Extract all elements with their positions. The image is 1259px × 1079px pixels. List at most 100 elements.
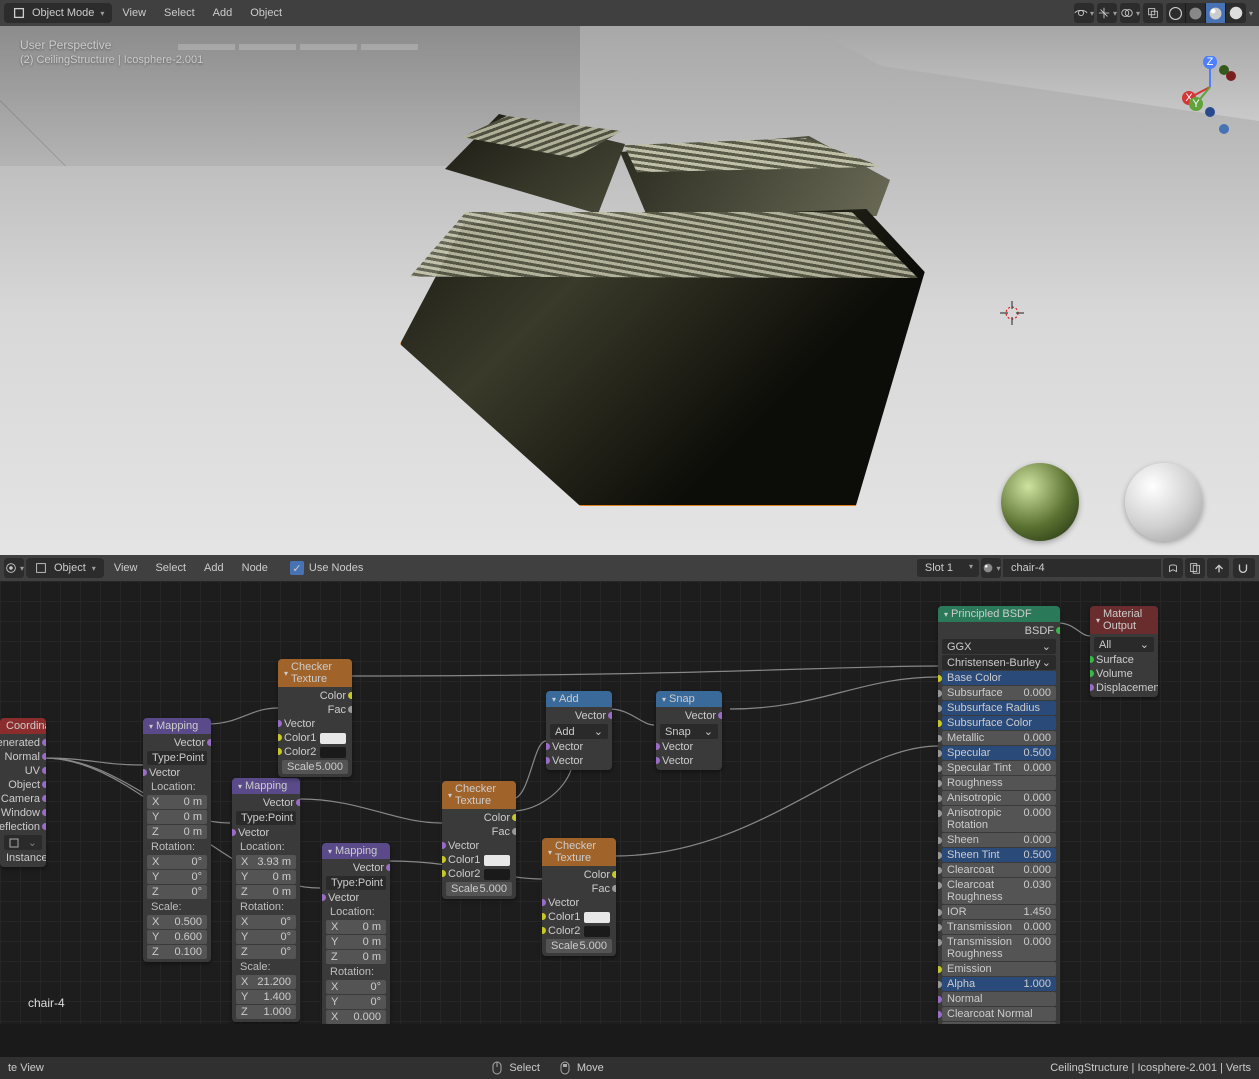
socket-vector-a[interactable]: Vector <box>546 740 612 754</box>
socket-object[interactable]: Object <box>0 778 46 792</box>
shading-rendered[interactable] <box>1226 3 1246 23</box>
scl-x[interactable]: X21.200 <box>236 975 296 989</box>
node-menu-select[interactable]: Select <box>147 559 194 577</box>
node-header[interactable]: ▾Checker Texture <box>442 781 516 809</box>
bsdf-metallic[interactable]: Metallic0.000 <box>942 731 1056 745</box>
parent-node-button[interactable] <box>1209 558 1229 578</box>
socket-vector-a[interactable]: Vector <box>656 740 722 754</box>
loc-y[interactable]: Y0 m <box>236 870 296 884</box>
bsdf-tangent[interactable]: Tangent <box>942 1022 1056 1024</box>
rot-z[interactable]: Z0° <box>147 885 207 899</box>
mode-selector[interactable]: Object Mode ▾ <box>4 3 112 23</box>
node-header[interactable]: ▾Material Output <box>1090 606 1158 634</box>
menu-select[interactable]: Select <box>156 4 203 22</box>
target-dropdown[interactable]: All⌄ <box>1094 637 1154 652</box>
bsdf-specular[interactable]: Specular0.500 <box>942 746 1056 760</box>
rot-z[interactable]: Z0° <box>236 945 296 959</box>
fake-user-button[interactable] <box>1163 558 1183 578</box>
socket-vector-in[interactable]: Vector <box>143 766 211 780</box>
bsdf-transmission[interactable]: Transmission0.000 <box>942 920 1056 934</box>
socket-color-out[interactable]: Color <box>442 811 516 825</box>
bsdf-clearcoat-roughness[interactable]: Clearcoat Roughness0.030 <box>942 878 1056 904</box>
scl-z[interactable]: Z0.100 <box>147 945 207 959</box>
rot-y[interactable]: Y0° <box>236 930 296 944</box>
socket-vector-out[interactable]: Vector <box>546 709 612 723</box>
socket-color-out[interactable]: Color <box>278 689 352 703</box>
rot-x[interactable]: X0° <box>147 855 207 869</box>
scl-z[interactable]: Z1.000 <box>236 1005 296 1019</box>
shader-type-selector[interactable]: Object ▾ <box>26 558 104 578</box>
loc-x[interactable]: X0 m <box>326 920 386 934</box>
node-header[interactable]: ▾Checker Texture <box>278 659 352 687</box>
socket-normal[interactable]: Normal <box>0 750 46 764</box>
operation-dropdown[interactable]: Add⌄ <box>550 724 608 739</box>
socket-volume[interactable]: Volume <box>1090 667 1158 681</box>
type-dropdown[interactable]: Type:Point <box>326 876 386 890</box>
shading-material[interactable] <box>1206 3 1226 23</box>
node-texture-coordinate[interactable]: Coordinate Generated Normal UV Object Ca… <box>0 718 46 867</box>
type-dropdown[interactable]: Type:Point <box>147 751 207 765</box>
node-mapping-1[interactable]: ▾Mapping Vector Type:Point Vector Locati… <box>143 718 211 962</box>
socket-color-out[interactable]: Color <box>542 868 616 882</box>
menu-view[interactable]: View <box>114 4 154 22</box>
gizmo-toggle[interactable]: ▾ <box>1097 3 1117 23</box>
shading-dropdown[interactable]: ▾ <box>1249 9 1253 18</box>
shading-solid[interactable] <box>1186 3 1206 23</box>
node-header[interactable]: ▾Mapping <box>232 778 300 794</box>
bsdf-alpha[interactable]: Alpha1.000 <box>942 977 1056 991</box>
socket-generated[interactable]: Generated <box>0 736 46 750</box>
socket-surface[interactable]: Surface <box>1090 653 1158 667</box>
node-editor-canvas[interactable]: Coordinate Generated Normal UV Object Ca… <box>0 581 1259 1024</box>
bsdf-normal[interactable]: Normal <box>942 992 1056 1006</box>
node-header[interactable]: ▾Snap <box>656 691 722 707</box>
loc-y[interactable]: Y0 m <box>147 810 207 824</box>
socket-vector-b[interactable]: Vector <box>656 754 722 768</box>
material-browse[interactable]: ▾ <box>981 558 1001 578</box>
node-checker-1[interactable]: ▾Checker Texture Color Fac Vector Color1… <box>278 659 352 777</box>
shading-wireframe[interactable] <box>1166 3 1186 23</box>
instancer-toggle[interactable]: Instancer <box>0 851 46 865</box>
socket-vector-in[interactable]: Vector <box>442 839 516 853</box>
socket-fac-out[interactable]: Fac <box>442 825 516 839</box>
socket-vector-out[interactable]: Vector <box>232 796 300 810</box>
node-checker-2[interactable]: ▾Checker Texture Color Fac Vector Color1… <box>442 781 516 899</box>
socket-color1[interactable]: Color1 <box>542 910 616 924</box>
scl-y[interactable]: Y1.400 <box>236 990 296 1004</box>
rot-y[interactable]: Y0° <box>147 870 207 884</box>
scl-x-hidden[interactable]: X0.000 <box>326 1010 386 1024</box>
node-checker-3[interactable]: ▾Checker Texture Color Fac Vector Color1… <box>542 838 616 956</box>
bsdf-base-color[interactable]: Base Color <box>942 671 1056 685</box>
visibility-toggle[interactable]: ▾ <box>1074 3 1094 23</box>
socket-fac-out[interactable]: Fac <box>542 882 616 896</box>
nav-dot[interactable] <box>1219 124 1229 134</box>
socket-vector-out[interactable]: Vector <box>322 861 390 875</box>
node-vector-add[interactable]: ▾Add Vector Add⌄ Vector Vector <box>546 691 612 770</box>
socket-vector-b[interactable]: Vector <box>546 754 612 768</box>
socket-color2[interactable]: Color2 <box>542 924 616 938</box>
loc-y[interactable]: Y0 m <box>326 935 386 949</box>
bsdf-sheen[interactable]: Sheen0.000 <box>942 833 1056 847</box>
material-name-input[interactable] <box>1003 559 1161 577</box>
socket-color1[interactable]: Color1 <box>442 853 516 867</box>
node-header[interactable]: ▾Checker Texture <box>542 838 616 866</box>
socket-vector-in[interactable]: Vector <box>322 891 390 905</box>
bsdf-roughness[interactable]: Roughness <box>942 776 1056 790</box>
node-header[interactable]: ▾Mapping <box>143 718 211 734</box>
loc-x[interactable]: X3.93 m <box>236 855 296 869</box>
bsdf-emission[interactable]: Emission <box>942 962 1056 976</box>
node-header[interactable]: ▾Principled BSDF <box>938 606 1060 622</box>
bsdf-anisotropic-rotation[interactable]: Anisotropic Rotation0.000 <box>942 806 1056 832</box>
new-material-button[interactable] <box>1185 558 1205 578</box>
node-menu-view[interactable]: View <box>106 559 146 577</box>
socket-vector-in[interactable]: Vector <box>278 717 352 731</box>
menu-add[interactable]: Add <box>205 4 241 22</box>
loc-z[interactable]: Z0 m <box>236 885 296 899</box>
node-header[interactable]: Coordinate <box>0 718 46 734</box>
3d-viewport[interactable]: User Perspective (2) CeilingStructure | … <box>0 26 1259 555</box>
bsdf-ior[interactable]: IOR1.450 <box>942 905 1056 919</box>
bsdf-clearcoat[interactable]: Clearcoat0.000 <box>942 863 1056 877</box>
node-menu-add[interactable]: Add <box>196 559 232 577</box>
object-picker[interactable]: ⌄ <box>4 835 42 850</box>
bsdf-subsurface[interactable]: Subsurface0.000 <box>942 686 1056 700</box>
scl-y[interactable]: Y0.600 <box>147 930 207 944</box>
